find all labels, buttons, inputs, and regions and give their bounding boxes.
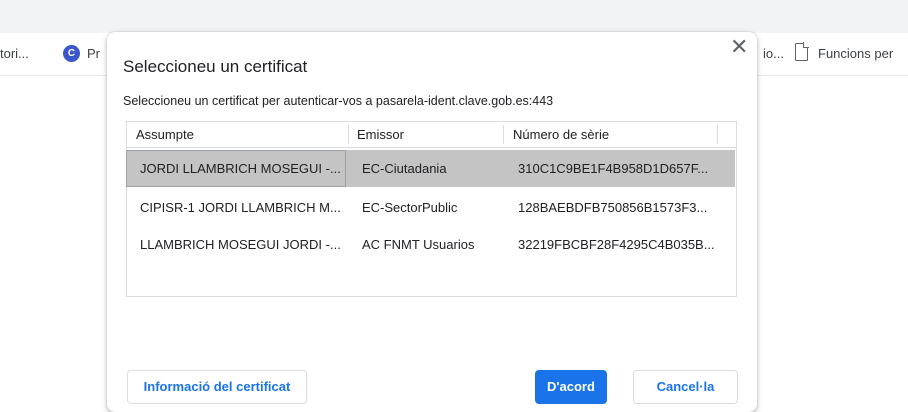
cell-issuer: EC-SectorPublic xyxy=(362,200,458,215)
cell-serial: 310C1C9BE1F4B958D1D657F... xyxy=(518,161,709,176)
dialog-title: Seleccioneu un certificat xyxy=(123,57,308,76)
cell-subject: CIPISR-1 JORDI LLAMBRICH M... xyxy=(140,200,341,215)
close-icon[interactable]: ✕ xyxy=(730,35,748,59)
cancel-button[interactable]: Cancel·la xyxy=(633,370,738,404)
cell-subject: JORDI LLAMBRICH MOSEGUI -... xyxy=(140,161,341,176)
document-icon xyxy=(795,42,809,61)
column-header-subject[interactable]: Assumpte xyxy=(136,127,194,142)
bookmark-logo-icon[interactable]: C xyxy=(63,45,80,62)
cell-serial: 128BAEBDFB750856B1573F3... xyxy=(518,200,708,215)
bookmark-item-pr[interactable]: Pr xyxy=(87,46,100,61)
table-row[interactable]: JORDI LLAMBRICH MOSEGUI -... EC-Ciutadan… xyxy=(126,150,735,187)
column-divider[interactable] xyxy=(348,125,349,144)
column-divider[interactable] xyxy=(717,125,718,144)
cell-serial: 32219FBCBF28F4295C4B035B... xyxy=(518,237,715,252)
cell-issuer: AC FNMT Usuarios xyxy=(362,237,475,252)
column-header-issuer[interactable]: Emissor xyxy=(357,127,404,142)
table-row[interactable]: LLAMBRICH MOSEGUI JORDI -... AC FNMT Usu… xyxy=(126,226,735,263)
ok-button[interactable]: D'acord xyxy=(535,370,607,404)
browser-toolbar-band xyxy=(0,0,908,33)
certificate-info-button[interactable]: Informació del certificat xyxy=(127,370,307,404)
dialog-subtitle: Seleccioneu un certificat per autenticar… xyxy=(123,94,554,108)
cell-subject: LLAMBRICH MOSEGUI JORDI -... xyxy=(140,237,341,252)
bookmark-item-funcions[interactable]: Funcions per xyxy=(818,46,893,61)
column-divider[interactable] xyxy=(503,125,504,144)
bookmark-item-left[interactable]: tori... xyxy=(0,46,29,61)
column-header-serial[interactable]: Número de sèrie xyxy=(513,127,609,142)
cell-issuer: EC-Ciutadania xyxy=(362,161,447,176)
certificate-dialog: ✕ Seleccioneu un certificat Seleccioneu … xyxy=(107,32,757,412)
table-header: Assumpte Emissor Número de sèrie xyxy=(127,122,736,148)
bookmark-item-right[interactable]: io... xyxy=(763,46,784,61)
table-row[interactable]: CIPISR-1 JORDI LLAMBRICH M... EC-SectorP… xyxy=(126,189,735,226)
